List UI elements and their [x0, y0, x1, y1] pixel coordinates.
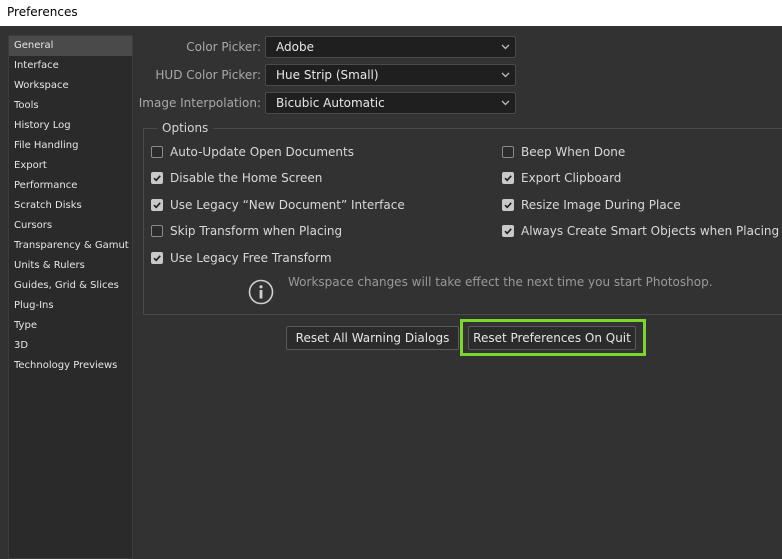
sidebar-item-general[interactable]: General	[9, 36, 132, 56]
skip-transform-checkbox[interactable]: Skip Transform when Placing	[151, 224, 342, 238]
color-picker-label: Color Picker:	[186, 40, 261, 54]
info-message: Workspace changes will take effect the n…	[288, 275, 713, 289]
sidebar-item-3d[interactable]: 3D	[9, 336, 132, 356]
checkbox-box	[151, 146, 163, 158]
sidebar-item-cursors[interactable]: Cursors	[9, 216, 132, 236]
legacy-new-document-checkbox[interactable]: Use Legacy “New Document” Interface	[151, 198, 405, 212]
hud-color-picker-select[interactable]: Hue Strip (Small)	[265, 64, 516, 86]
checkmark-icon	[502, 199, 514, 211]
sidebar-item-export[interactable]: Export	[9, 156, 132, 176]
image-interpolation-row: Image Interpolation: Bicubic Automatic	[134, 92, 516, 114]
checkmark-icon	[151, 172, 163, 184]
sidebar-item-type[interactable]: Type	[9, 316, 132, 336]
legacy-free-transform-label: Use Legacy Free Transform	[170, 251, 332, 265]
sidebar-item-history-log[interactable]: History Log	[9, 116, 132, 136]
checkmark-icon	[502, 225, 514, 237]
resize-image-label: Resize Image During Place	[521, 198, 681, 212]
options-title: Options	[157, 121, 214, 135]
sidebar-item-tools[interactable]: Tools	[9, 96, 132, 116]
hud-color-picker-value: Hue Strip (Small)	[276, 68, 379, 82]
chevron-down-icon	[500, 65, 510, 85]
sidebar-item-units-rulers[interactable]: Units & Rulers	[9, 256, 132, 276]
hud-color-picker-row: HUD Color Picker: Hue Strip (Small)	[134, 64, 516, 86]
resize-image-checkbox[interactable]: Resize Image During Place	[502, 198, 681, 212]
color-picker-row: Color Picker: Adobe	[134, 36, 516, 58]
reset-warning-dialogs-button[interactable]: Reset All Warning Dialogs	[286, 326, 459, 350]
checkmark-icon	[151, 252, 163, 264]
image-interpolation-value: Bicubic Automatic	[276, 96, 385, 110]
beep-when-done-label: Beep When Done	[521, 145, 626, 159]
image-interpolation-label: Image Interpolation:	[138, 96, 261, 110]
image-interpolation-select[interactable]: Bicubic Automatic	[265, 92, 516, 114]
chevron-down-icon	[500, 37, 510, 57]
checkmark-icon	[151, 199, 163, 211]
export-clipboard-label: Export Clipboard	[521, 171, 622, 185]
checkbox-box	[502, 146, 514, 158]
sidebar-item-file-handling[interactable]: File Handling	[9, 136, 132, 156]
chevron-down-icon	[500, 93, 510, 113]
beep-when-done-checkbox[interactable]: Beep When Done	[502, 145, 625, 159]
sidebar-item-transparency-gamut[interactable]: Transparency & Gamut	[9, 236, 132, 256]
color-picker-value: Adobe	[276, 40, 314, 54]
sidebar-item-interface[interactable]: Interface	[9, 56, 132, 76]
hud-color-picker-label: HUD Color Picker:	[155, 68, 261, 82]
checkbox-box	[151, 225, 163, 237]
legacy-new-document-label: Use Legacy “New Document” Interface	[170, 198, 405, 212]
window-title: Preferences	[0, 0, 782, 26]
sidebar-item-guides-grid-slices[interactable]: Guides, Grid & Slices	[9, 276, 132, 296]
smart-objects-checkbox[interactable]: Always Create Smart Objects when Placing	[502, 224, 779, 238]
auto-update-label: Auto-Update Open Documents	[170, 145, 354, 159]
color-picker-select[interactable]: Adobe	[265, 36, 516, 58]
export-clipboard-checkbox[interactable]: Export Clipboard	[502, 171, 621, 185]
sidebar-item-performance[interactable]: Performance	[9, 176, 132, 196]
info-circle-icon	[248, 279, 274, 305]
disable-home-screen-checkbox[interactable]: Disable the Home Screen	[151, 171, 322, 185]
disable-home-screen-label: Disable the Home Screen	[170, 171, 323, 185]
checkmark-icon	[502, 172, 514, 184]
skip-transform-label: Skip Transform when Placing	[170, 224, 343, 238]
preferences-sidebar: General Interface Workspace Tools Histor…	[8, 35, 133, 559]
auto-update-checkbox[interactable]: Auto-Update Open Documents	[151, 145, 354, 159]
reset-preferences-on-quit-button[interactable]: Reset Preferences On Quit	[468, 326, 636, 350]
sidebar-item-plug-ins[interactable]: Plug-Ins	[9, 296, 132, 316]
sidebar-item-technology-previews[interactable]: Technology Previews	[9, 356, 132, 376]
legacy-free-transform-checkbox[interactable]: Use Legacy Free Transform	[151, 251, 332, 265]
sidebar-item-workspace[interactable]: Workspace	[9, 76, 132, 96]
smart-objects-label: Always Create Smart Objects when Placing	[521, 224, 780, 238]
sidebar-item-scratch-disks[interactable]: Scratch Disks	[9, 196, 132, 216]
